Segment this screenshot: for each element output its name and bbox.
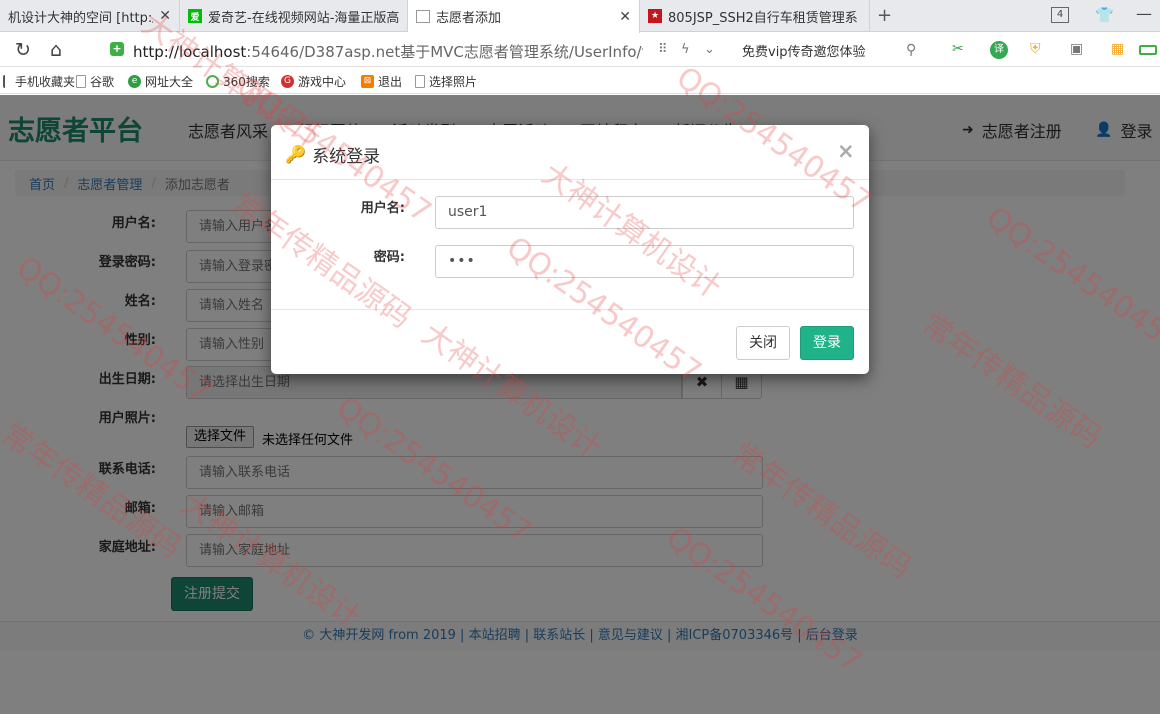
modal-username-input[interactable]: user1 (435, 196, 854, 229)
site-flag-icon: ★ (648, 9, 662, 23)
grid-icon[interactable]: ⠿ (658, 42, 668, 57)
browser-tab-bar: 机设计大神的空间 [http://2 ✕ 爱 爱奇艺-在线视频网站-海量正版高 … (0, 0, 1160, 33)
browser-tab-1[interactable]: 机设计大神的空间 [http://2 ✕ (0, 0, 180, 32)
lightning-icon[interactable]: ϟ (681, 42, 690, 57)
modal-footer: 关闭 登录 (271, 309, 869, 374)
bookmark-photo[interactable]: 选择照片 (415, 73, 477, 90)
close-icon[interactable]: ✕ (619, 9, 631, 25)
page-icon (76, 75, 86, 88)
scissors-icon[interactable]: ✂ (952, 41, 964, 57)
address-bar: ↻ ⌂ + http://localhost:54646/D387asp.net… (0, 33, 1160, 67)
globe-icon: e (128, 75, 141, 88)
promo-link[interactable]: 免费vip传奇邀您体验 (742, 41, 866, 60)
bookmarks-bar: 手机收藏夹 谷歌 e 网址大全 360搜索 G 游戏中心 ⊠ 退出 选择照片 (0, 68, 1160, 94)
browser-tab-2[interactable]: 爱 爱奇艺-在线视频网站-海量正版高 (180, 0, 408, 32)
modal-password-label: 密码: (373, 250, 405, 265)
modal-username-label: 用户名: (360, 201, 405, 216)
modal-login-button[interactable]: 登录 (800, 326, 854, 360)
bookmark-google[interactable]: 谷歌 (76, 73, 114, 90)
bookmark-360[interactable]: 360搜索 (206, 73, 270, 90)
bookmark-mobile[interactable]: 手机收藏夹 (3, 73, 75, 90)
modal-password-input[interactable]: ••• (435, 245, 854, 278)
browser-tab-3[interactable]: 志愿者添加 ✕ (408, 0, 640, 33)
tab-count-badge[interactable]: 4 (1051, 7, 1069, 23)
exit-icon: ⊠ (361, 75, 374, 88)
minimize-icon[interactable]: — (1136, 4, 1152, 23)
bookmark-logout[interactable]: ⊠ 退出 (361, 73, 402, 90)
close-icon[interactable]: × (837, 139, 855, 163)
url-host: http://localhost (133, 43, 247, 61)
bookmark-games[interactable]: G 游戏中心 (281, 73, 346, 90)
apps-icon[interactable]: ▦ (1111, 41, 1124, 57)
search-icon[interactable]: ⚲ (906, 42, 916, 58)
new-tab-icon[interactable]: + (877, 5, 892, 26)
tab-title: 805JSP_SSH2自行车租赁管理系 (668, 10, 858, 26)
reload-icon[interactable]: ↻ (15, 39, 31, 61)
game-icon: G (281, 75, 294, 88)
iqiyi-icon: 爱 (188, 9, 202, 23)
skin-icon[interactable]: 👕 (1095, 6, 1114, 24)
page-icon (415, 75, 425, 88)
ring-icon (206, 75, 219, 88)
image-icon[interactable]: ▣ (1070, 41, 1083, 57)
translate-icon[interactable]: 译 (990, 41, 1008, 59)
tab-title: 志愿者添加 (436, 11, 502, 26)
security-shield-icon[interactable]: + (110, 42, 124, 56)
modal-title: 🔑 系统登录 (285, 144, 381, 168)
url-field[interactable]: http://localhost:54646/D387asp.net基于MVC志… (133, 41, 643, 62)
close-icon[interactable]: ✕ (159, 8, 171, 24)
browser-tab-4[interactable]: ★ 805JSP_SSH2自行车租赁管理系 (640, 0, 870, 32)
modal-header: 🔑 系统登录 × (271, 125, 869, 180)
login-modal: 🔑 系统登录 × 用户名: user1 密码: ••• 关闭 登录 (271, 125, 869, 374)
chevron-down-icon[interactable]: ⌄ (704, 42, 715, 57)
modal-close-button[interactable]: 关闭 (736, 326, 790, 360)
folder-icon (3, 75, 11, 88)
battery-icon (1139, 45, 1157, 55)
tab-title: 机设计大神的空间 [http://2 (8, 10, 154, 26)
url-path: :54646/D387asp.net基于MVC志愿者管理系统/UserInfo/… (246, 43, 643, 61)
key-icon: 🔑 (285, 144, 307, 165)
tab-title: 爱奇艺-在线视频网站-海量正版高 (208, 10, 399, 26)
coin-shield-icon[interactable]: ⛨ (1030, 41, 1041, 57)
home-icon[interactable]: ⌂ (50, 39, 62, 61)
bookmark-hao[interactable]: e 网址大全 (128, 73, 193, 90)
page-icon (416, 10, 430, 23)
